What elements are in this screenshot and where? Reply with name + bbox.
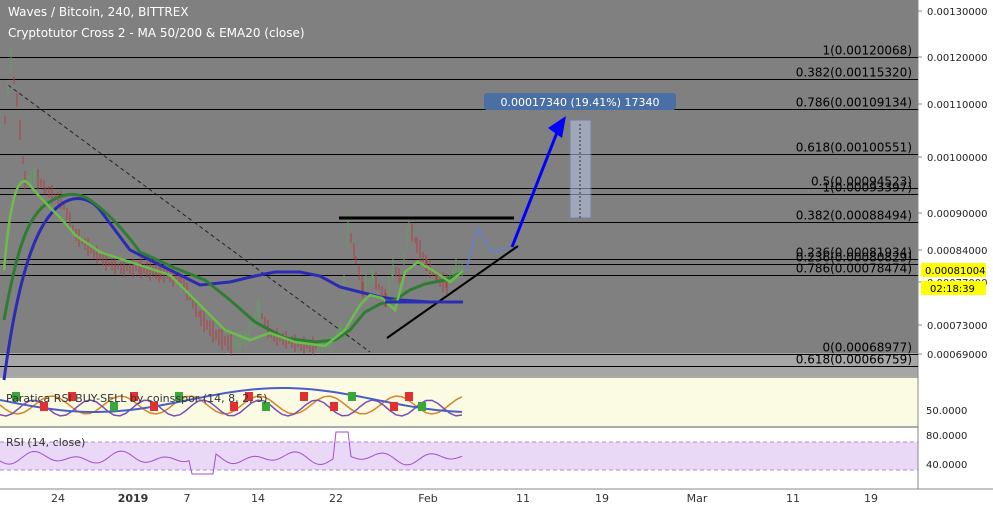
time-scale[interactable]: 24 2019 7 14 22 Feb 11 19 Mar 11 19 — [51, 492, 878, 505]
time-tick-label: 24 — [51, 492, 65, 505]
fib-level-label: 0.618(0.00100551) — [796, 141, 912, 155]
buy-sell-scale-label: 50.0000 — [926, 406, 967, 417]
time-tick-label: 19 — [595, 492, 609, 505]
fib-level-label: 0.382(0.00115320) — [796, 66, 912, 80]
buy-sell-marker — [348, 392, 356, 401]
rsi-band — [0, 442, 918, 470]
time-tick-label: 14 — [251, 492, 265, 505]
time-tick-label: Feb — [418, 492, 437, 505]
price-tick-label: 0.00084000 — [927, 246, 987, 257]
price-tick-label: 0.00090000 — [927, 209, 987, 220]
rsi-title[interactable]: RSI (14, close) — [6, 436, 85, 449]
rsi-scale-label-40: 40.0000 — [926, 460, 967, 471]
fib-level-label: 0.618(0.00066759) — [796, 353, 912, 367]
trading-chart: 1(0.00120068) 0.382(0.00115320) 0.786(0.00… — [0, 0, 993, 505]
fib-level-label: 0.786(0.00109134) — [796, 96, 912, 110]
time-tick-label: 19 — [864, 492, 878, 505]
buy-sell-marker — [330, 402, 338, 411]
price-tick-label: 0.00100000 — [927, 153, 987, 164]
buy-sell-marker — [390, 402, 398, 411]
chart-subtitle[interactable]: Cryptotutor Cross 2 - MA 50/200 & EMA20 … — [8, 26, 305, 40]
time-tick-label: 2019 — [118, 492, 149, 505]
time-tick-label: 7 — [184, 492, 191, 505]
buy-sell-marker — [418, 402, 426, 411]
measure-label: 0.00017340 (19.41%) 17340 — [501, 96, 660, 109]
buy-sell-title[interactable]: Paratica RSI BUY-SELL by coinsspor (14, … — [6, 392, 267, 405]
price-tick-label: 0.00110000 — [927, 100, 987, 111]
price-scale[interactable]: 0.00130000 0.00120000 0.00110000 0.00100000… — [918, 7, 987, 361]
time-tick-label: Mar — [687, 492, 708, 505]
price-panel-lower-band — [0, 353, 918, 376]
last-price-label: 0.00081004 — [925, 266, 985, 277]
price-tick-label: 0.00073000 — [927, 321, 987, 332]
price-tick-label: 0.00130000 — [927, 7, 987, 18]
chart-title[interactable]: Waves / Bitcoin, 240, BITTREX — [8, 5, 189, 19]
time-tick-label: 11 — [786, 492, 800, 505]
rsi-scale-label-80: 80.0000 — [926, 431, 967, 442]
countdown-label: 02:18:39 — [930, 284, 975, 295]
time-tick-label: 11 — [516, 492, 530, 505]
price-tick-label: 0.00120000 — [927, 53, 987, 64]
buy-sell-marker — [300, 392, 308, 401]
buy-sell-marker — [405, 392, 413, 401]
fib-level-label: 0.382(0.00088494) — [796, 209, 912, 223]
fib-level-label: 1(0.00120068) — [822, 44, 912, 58]
time-tick-label: 22 — [329, 492, 343, 505]
price-tick-label: 0.00069000 — [927, 350, 987, 361]
fib-level-label: 0.786(0.00078474) — [796, 262, 912, 276]
fib-level-label: 1(0.00093397) — [822, 181, 912, 195]
